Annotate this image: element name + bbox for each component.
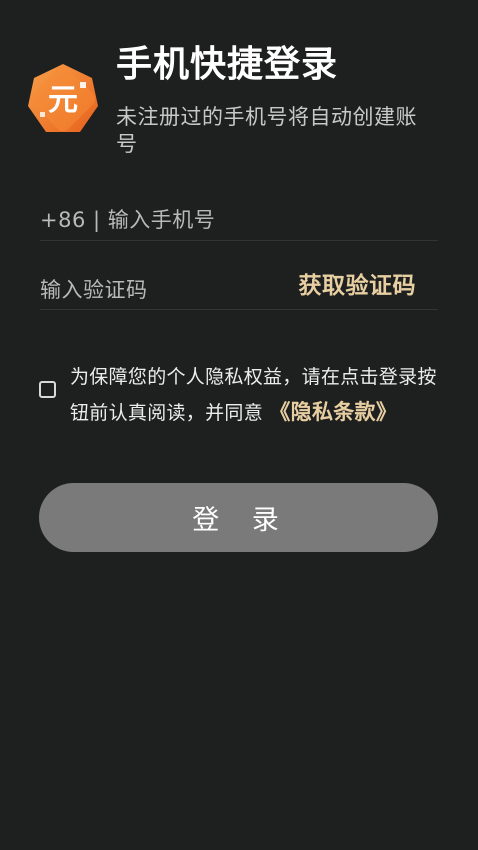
page-title: 手机快捷登录 [116,44,339,85]
agreement-line-1: 为保障您的个人隐私权益，请在点击登录按 [70,366,437,388]
privacy-policy-link[interactable]: 《隐私条款》 [269,400,397,424]
app-logo-icon: 元 [26,62,100,136]
agreement-checkbox[interactable] [39,381,56,398]
svg-text:元: 元 [48,83,78,118]
page-subtitle: 未注册过的手机号将自动创建账号 [116,105,417,156]
get-code-button[interactable]: 获取验证码 [299,266,417,300]
phone-placeholder: +86 | 输入手机号 [40,208,216,232]
phone-field[interactable]: +86 | 输入手机号 [40,196,438,241]
verification-code-field[interactable]: 输入验证码 获取验证码 [40,262,438,310]
agreement-line-2: 钮前认真阅读，并同意 [70,402,264,424]
login-screen: 元 手机快捷登录 未注册过的手机号将自动创建账号 +86 | 输入手机号 输入验… [0,0,478,850]
code-placeholder: 输入验证码 [40,278,148,302]
login-button[interactable]: 登 录 [39,483,438,552]
phone-prefix: +86 [40,208,86,232]
agreement-text: 为保障您的个人隐私权益，请在点击登录按 钮前认真阅读，并同意 《隐私条款》 [70,360,460,431]
